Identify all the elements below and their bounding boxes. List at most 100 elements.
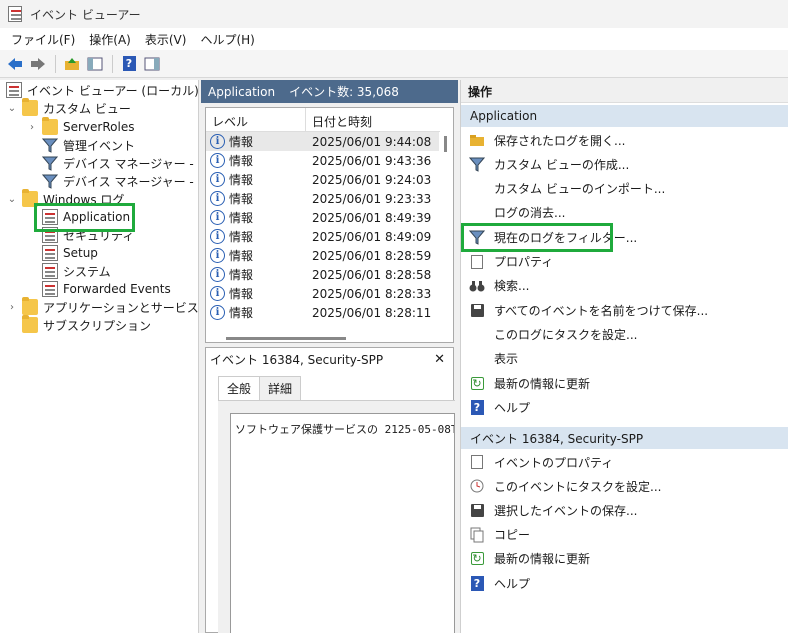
action-refresh[interactable]: ↻ 最新の情報に更新 bbox=[461, 547, 788, 571]
action-label: 最新の情報に更新 bbox=[494, 552, 591, 567]
event-level-label: 情報 bbox=[229, 192, 254, 206]
action-find[interactable]: 検索... bbox=[461, 274, 788, 298]
action-icon-slot bbox=[469, 156, 485, 173]
up-folder-button[interactable] bbox=[62, 54, 82, 74]
event-level: i 情報 bbox=[206, 228, 306, 245]
event-row[interactable]: i 情報 2025/06/01 8:49:39 bbox=[206, 208, 440, 227]
event-row[interactable]: i 情報 2025/06/01 8:28:33 bbox=[206, 284, 440, 303]
title-bar: イベント ビューアー bbox=[0, 0, 788, 28]
menu-action[interactable]: 操作(A) bbox=[82, 29, 138, 50]
folder-up-icon bbox=[65, 57, 79, 70]
action-save-selected-events[interactable]: 選択したイベントの保存... bbox=[461, 498, 788, 522]
event-row[interactable]: i 情報 2025/06/01 9:23:33 bbox=[206, 189, 440, 208]
save-icon bbox=[470, 303, 484, 317]
highlight-box-filter bbox=[461, 223, 613, 252]
action-event-properties[interactable]: イベントのプロパティ bbox=[461, 450, 788, 474]
event-level-label: 情報 bbox=[229, 211, 254, 225]
action-icon-slot bbox=[469, 351, 485, 367]
back-button[interactable] bbox=[5, 54, 25, 74]
action-icon-slot bbox=[469, 454, 485, 470]
help-icon: ? bbox=[470, 575, 484, 591]
event-level-label: 情報 bbox=[229, 154, 254, 168]
info-icon: i bbox=[210, 267, 225, 282]
log-icon bbox=[42, 281, 58, 297]
action-open-saved-log[interactable]: 保存されたログを開く... bbox=[461, 128, 788, 152]
collapsed-chevron-icon[interactable]: › bbox=[26, 122, 38, 133]
event-datetime: 2025/06/01 8:28:59 bbox=[312, 248, 432, 263]
forward-button[interactable] bbox=[28, 54, 48, 74]
tab-general[interactable]: 全般 bbox=[218, 376, 261, 401]
event-row[interactable]: i 情報 2025/06/01 8:28:59 bbox=[206, 246, 440, 265]
action-copy[interactable]: コピー bbox=[461, 523, 788, 547]
column-level[interactable]: レベル bbox=[206, 108, 306, 131]
tab-details[interactable]: 詳細 bbox=[260, 376, 302, 401]
action-label: コピー bbox=[494, 528, 531, 543]
event-list-pane: Application イベント数: 35,068 レベル 日付と時刻 i 情報 2… bbox=[201, 80, 458, 633]
close-icon[interactable]: ✕ bbox=[434, 352, 445, 367]
collapsed-chevron-icon[interactable]: › bbox=[6, 302, 18, 313]
event-level: i 情報 bbox=[206, 266, 306, 283]
menu-help[interactable]: ヘルプ(H) bbox=[193, 29, 261, 50]
action-icon-slot bbox=[469, 502, 485, 518]
tree-app-service-logs[interactable]: › アプリケーションとサービス ログ bbox=[6, 297, 198, 316]
actions-section-event[interactable]: イベント 16384, Security-SPP bbox=[461, 427, 788, 449]
toolbar-separator bbox=[55, 54, 56, 73]
event-description[interactable]: ソフトウェア保護サービスの 2125-05-08T00:4 bbox=[230, 413, 455, 633]
event-datetime: 2025/06/01 9:23:33 bbox=[312, 191, 432, 206]
help-button[interactable]: ? bbox=[119, 54, 139, 74]
action-view[interactable]: 表示 bbox=[461, 347, 788, 371]
tree-system[interactable]: システム bbox=[42, 262, 111, 280]
forward-arrow-icon bbox=[31, 57, 45, 70]
action-attach-task-to-event[interactable]: このイベントにタスクを設定... bbox=[461, 474, 788, 498]
event-row[interactable]: i 情報 2025/06/01 8:49:09 bbox=[206, 227, 440, 246]
event-row[interactable]: i 情報 2025/06/01 9:24:03 bbox=[206, 170, 440, 189]
tree-subscriptions[interactable]: サブスクリプション bbox=[22, 315, 151, 334]
menu-view[interactable]: 表示(V) bbox=[138, 29, 194, 50]
action-clear-log[interactable]: ログの消去... bbox=[461, 201, 788, 225]
event-datetime: 2025/06/01 9:44:08 bbox=[312, 134, 432, 149]
horizontal-scrollbar[interactable] bbox=[226, 337, 346, 340]
event-list-header: Application イベント数: 35,068 bbox=[201, 80, 458, 103]
tree-server-roles[interactable]: › ServerRoles bbox=[26, 117, 134, 136]
tree-device-manager-1-label: デバイス マネージャー - Broth bbox=[63, 156, 198, 171]
tree-custom-views[interactable]: ⌄ カスタム ビュー bbox=[6, 98, 131, 117]
action-save-all-events-as[interactable]: すべてのイベントを名前をつけて保存... bbox=[461, 298, 788, 322]
action-attach-task-to-log[interactable]: このログにタスクを設定... bbox=[461, 322, 788, 346]
action-create-custom-view[interactable]: カスタム ビューの作成... bbox=[461, 152, 788, 176]
event-level: i 情報 bbox=[206, 133, 306, 150]
action-label: ログの消去... bbox=[494, 206, 566, 221]
actions-section-application[interactable]: Application bbox=[461, 105, 788, 127]
show-hide-tree-button[interactable] bbox=[85, 54, 105, 74]
tree-forwarded-events[interactable]: Forwarded Events bbox=[42, 280, 171, 298]
action-icon-slot bbox=[469, 527, 485, 543]
expanded-chevron-icon[interactable]: ⌄ bbox=[6, 194, 18, 205]
action-label: このログにタスクを設定... bbox=[494, 327, 638, 342]
event-row[interactable]: i 情報 2025/06/01 9:43:36 bbox=[206, 151, 440, 170]
tree-setup[interactable]: Setup bbox=[42, 244, 98, 262]
expanded-chevron-icon[interactable]: ⌄ bbox=[6, 103, 18, 114]
action-icon-slot bbox=[469, 326, 485, 342]
tree-device-manager-1[interactable]: デバイス マネージャー - Broth bbox=[42, 154, 198, 172]
event-row[interactable]: i 情報 2025/06/01 8:28:11 bbox=[206, 303, 440, 322]
event-datetime: 2025/06/01 9:24:03 bbox=[312, 172, 432, 187]
action-refresh[interactable]: ↻ 最新の情報に更新 bbox=[461, 371, 788, 395]
tree-device-manager-2[interactable]: デバイス マネージャー - Broth bbox=[42, 172, 198, 190]
action-import-custom-view[interactable]: カスタム ビューのインポート... bbox=[461, 177, 788, 201]
menu-file[interactable]: ファイル(F) bbox=[4, 29, 82, 50]
copy-icon bbox=[470, 527, 484, 543]
tree-root[interactable]: イベント ビューアー (ローカル) bbox=[6, 81, 198, 99]
action-properties[interactable]: プロパティ bbox=[461, 250, 788, 274]
info-icon: i bbox=[210, 153, 225, 168]
event-row[interactable]: i 情報 2025/06/01 8:28:58 bbox=[206, 265, 440, 284]
event-viewer-icon bbox=[6, 82, 22, 98]
scroll-thumb[interactable] bbox=[444, 136, 447, 152]
action-help[interactable]: ? ヘルプ bbox=[461, 395, 788, 419]
show-action-pane-button[interactable] bbox=[142, 54, 162, 74]
vertical-scrollbar[interactable] bbox=[439, 132, 453, 342]
tree-admin-events[interactable]: 管理イベント bbox=[42, 136, 135, 154]
column-datetime[interactable]: 日付と時刻 bbox=[306, 108, 372, 131]
event-list[interactable]: レベル 日付と時刻 i 情報 2025/06/01 9:44:08 i 情報 2025/0… bbox=[205, 107, 454, 343]
action-help[interactable]: ? ヘルプ bbox=[461, 571, 788, 595]
event-row[interactable]: i 情報 2025/06/01 9:44:08 bbox=[206, 132, 440, 151]
info-icon: i bbox=[210, 286, 225, 301]
